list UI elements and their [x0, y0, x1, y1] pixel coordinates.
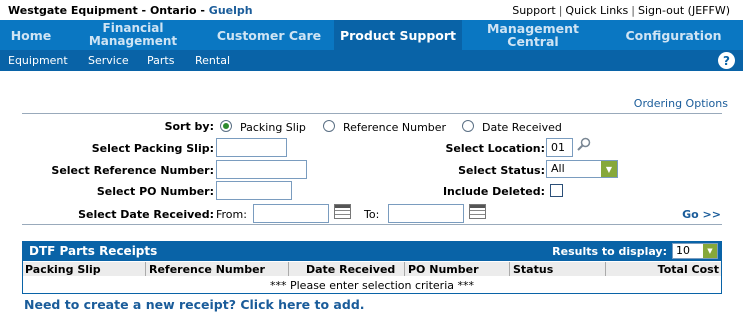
include-deleted-checkbox[interactable] — [550, 184, 563, 197]
subnav-item-rental[interactable]: Rental — [195, 54, 230, 67]
column-header-status[interactable]: Status — [513, 263, 553, 276]
tab-home[interactable]: Home — [0, 20, 62, 50]
column-header-packing-slip[interactable]: Packing Slip — [25, 263, 101, 276]
sort-option-label: Packing Slip — [240, 121, 306, 134]
location-label: Select Location: — [445, 142, 545, 155]
sign-out-link[interactable]: Sign-out (JEFFW) — [638, 4, 730, 17]
ordering-options-link[interactable]: Ordering Options — [634, 97, 728, 110]
results-header: DTF Parts Receipts Results to display: 1… — [23, 242, 721, 261]
link-separator: | — [558, 4, 563, 17]
add-receipt-link[interactable]: Need to create a new receipt? Click here… — [24, 297, 365, 312]
go-button[interactable]: Go >> — [682, 208, 721, 221]
calendar-icon[interactable] — [334, 204, 351, 219]
results-title: DTF Parts Receipts — [29, 244, 158, 258]
company-label: Westgate Equipment - Ontario - — [8, 4, 209, 17]
table-header: Packing Slip Reference Number Date Recei… — [23, 262, 721, 276]
sort-option-label: Reference Number — [343, 121, 447, 134]
sort-radio-packing-slip[interactable] — [220, 120, 232, 132]
column-divider — [288, 262, 289, 276]
from-label: From: — [216, 208, 247, 221]
status-label: Select Status: — [458, 164, 545, 177]
po-number-label: Select PO Number: — [96, 185, 214, 198]
column-header-total-cost[interactable]: Total Cost — [658, 263, 719, 276]
status-selected-value: All — [551, 162, 565, 175]
top-links: Support | Quick Links | Sign-out (JEFFW) — [512, 4, 730, 17]
tab-configuration[interactable]: Configuration — [604, 20, 743, 50]
reference-number-label: Select Reference Number: — [51, 164, 214, 177]
packing-slip-label: Select Packing Slip: — [91, 142, 214, 155]
calendar-icon[interactable] — [469, 204, 486, 219]
po-number-input[interactable] — [216, 181, 292, 200]
divider — [22, 113, 722, 114]
subnav-item-equipment[interactable]: Equipment — [8, 54, 68, 67]
link-separator: | — [631, 4, 635, 17]
support-link[interactable]: Support — [512, 4, 555, 17]
packing-slip-input[interactable] — [216, 138, 287, 157]
column-divider — [605, 262, 606, 276]
company-name: Westgate Equipment - Ontario - Guelph — [8, 4, 253, 17]
column-divider — [404, 262, 405, 276]
main-nav: Home Financial Management Customer Care … — [0, 20, 743, 50]
subnav-item-parts[interactable]: Parts — [147, 54, 174, 67]
company-city[interactable]: Guelph — [209, 4, 253, 17]
quick-links-link[interactable]: Quick Links — [565, 4, 628, 17]
empty-results-message: *** Please enter selection criteria *** — [270, 279, 474, 292]
results-panel: DTF Parts Receipts Results to display: 1… — [22, 241, 722, 294]
status-select[interactable]: All ▼ — [546, 160, 618, 178]
results-count-value: 10 — [676, 244, 690, 257]
tab-customer-care[interactable]: Customer Care — [204, 20, 334, 50]
sub-nav: Equipment Service Parts Rental ? — [0, 50, 743, 71]
date-received-label: Select Date Received: — [78, 208, 214, 221]
location-input[interactable] — [546, 138, 573, 157]
to-label: To: — [364, 208, 380, 221]
column-header-po-number[interactable]: PO Number — [408, 263, 479, 276]
sort-radio-reference-number[interactable] — [323, 120, 335, 132]
chevron-down-icon: ▼ — [601, 161, 617, 177]
column-divider — [145, 262, 146, 276]
tab-management-central[interactable]: Management Central — [462, 20, 604, 50]
sort-radio-date-received[interactable] — [462, 120, 474, 132]
column-header-reference-number[interactable]: Reference Number — [149, 263, 265, 276]
column-divider — [509, 262, 510, 276]
reference-number-input[interactable] — [216, 160, 307, 179]
column-header-date-received[interactable]: Date Received — [306, 263, 395, 276]
sort-option-label: Date Received — [482, 121, 562, 134]
results-to-display-label: Results to display: — [552, 245, 667, 258]
tab-financial-management[interactable]: Financial Management — [62, 20, 204, 50]
chevron-down-icon: ▼ — [703, 244, 717, 258]
sort-by-label: Sort by: — [164, 120, 214, 133]
date-to-input[interactable] — [388, 204, 464, 223]
top-bar: Westgate Equipment - Ontario - Guelph Su… — [0, 0, 743, 20]
tab-product-support[interactable]: Product Support — [334, 20, 462, 50]
subnav-item-service[interactable]: Service — [88, 54, 129, 67]
help-icon[interactable]: ? — [718, 52, 735, 69]
search-icon[interactable] — [577, 137, 591, 151]
include-deleted-label: Include Deleted: — [442, 185, 545, 198]
date-from-input[interactable] — [253, 204, 329, 223]
results-to-display-select[interactable]: 10 ▼ — [672, 243, 718, 259]
divider — [22, 224, 722, 225]
